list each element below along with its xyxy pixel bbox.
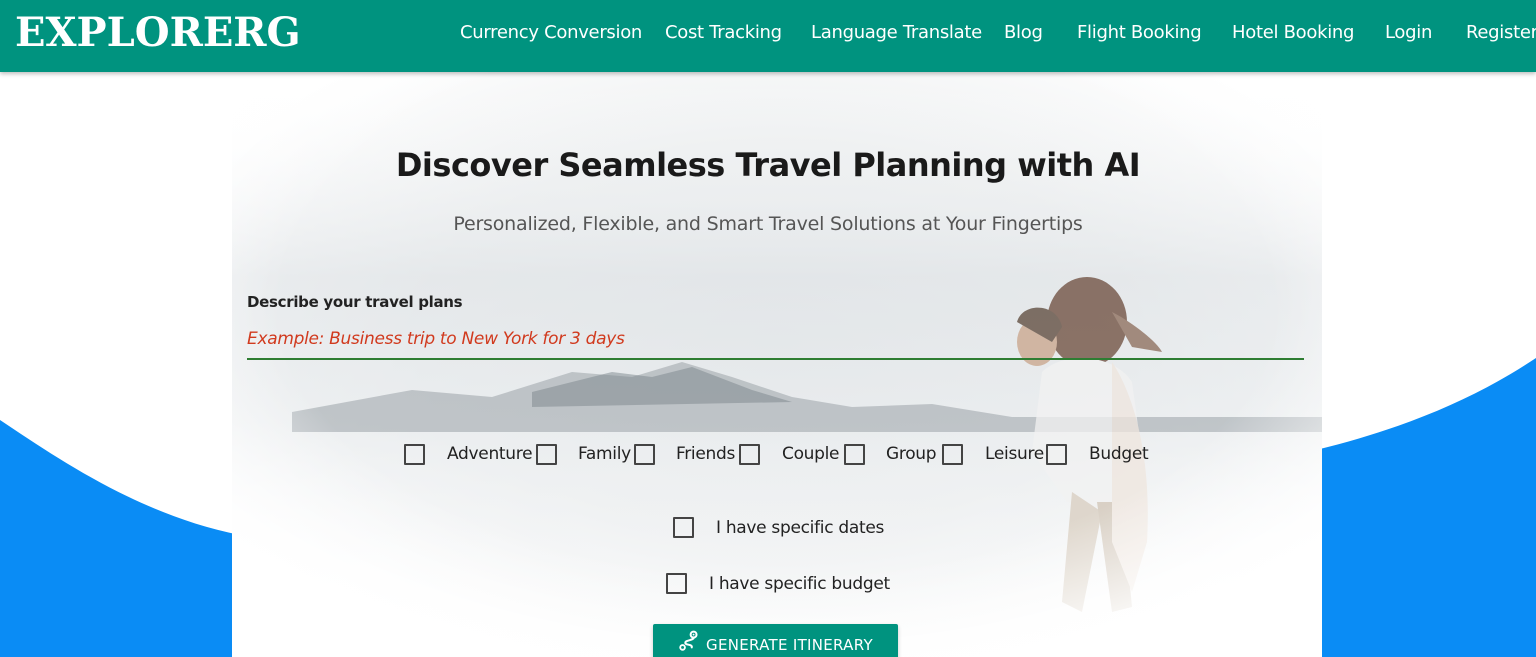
- checkbox-specific-dates[interactable]: [673, 517, 694, 538]
- checkbox-friends[interactable]: [634, 444, 655, 465]
- checkbox-family[interactable]: [536, 444, 557, 465]
- label-group: Group: [886, 444, 937, 464]
- left-blue-wave: [0, 420, 240, 657]
- label-friends: Friends: [676, 444, 736, 464]
- label-budget: Budget: [1089, 444, 1149, 464]
- nav-currency-conversion[interactable]: Currency Conversion: [460, 22, 642, 43]
- nav-login[interactable]: Login: [1385, 22, 1432, 43]
- route-icon: [679, 630, 698, 651]
- label-couple: Couple: [782, 444, 840, 464]
- label-adventure: Adventure: [447, 444, 533, 464]
- label-leisure: Leisure: [985, 444, 1044, 464]
- right-blue-wave: [1316, 358, 1536, 657]
- nav-cost-tracking[interactable]: Cost Tracking: [665, 22, 782, 43]
- nav-hotel-booking[interactable]: Hotel Booking: [1232, 22, 1354, 43]
- checkbox-budget[interactable]: [1046, 444, 1067, 465]
- page-title: Discover Seamless Travel Planning with A…: [395, 146, 1141, 184]
- nav-blog[interactable]: Blog: [1004, 22, 1043, 43]
- checkbox-couple[interactable]: [739, 444, 760, 465]
- nav-register[interactable]: Register: [1466, 22, 1536, 43]
- checkbox-group[interactable]: [844, 444, 865, 465]
- checkbox-leisure[interactable]: [942, 444, 963, 465]
- label-specific-budget: I have specific budget: [709, 574, 890, 594]
- nav-language-translate[interactable]: Language Translate: [811, 22, 982, 43]
- travel-plans-input[interactable]: [247, 320, 1304, 360]
- nav-flight-booking[interactable]: Flight Booking: [1077, 22, 1202, 43]
- generate-itinerary-label: GENERATE ITINERARY: [706, 636, 873, 654]
- label-family: Family: [578, 444, 631, 464]
- page-subtitle: Personalized, Flexible, and Smart Travel…: [453, 213, 1083, 235]
- travel-plans-label: Describe your travel plans: [247, 293, 463, 311]
- top-navbar: EXPLORERG Currency Conversion Cost Track…: [0, 0, 1536, 72]
- label-specific-dates: I have specific dates: [716, 518, 885, 538]
- generate-itinerary-button[interactable]: GENERATE ITINERARY: [653, 624, 898, 657]
- nav-links: Currency Conversion Cost Tracking Langua…: [0, 0, 1536, 72]
- checkbox-specific-budget[interactable]: [666, 573, 687, 594]
- checkbox-adventure[interactable]: [404, 444, 425, 465]
